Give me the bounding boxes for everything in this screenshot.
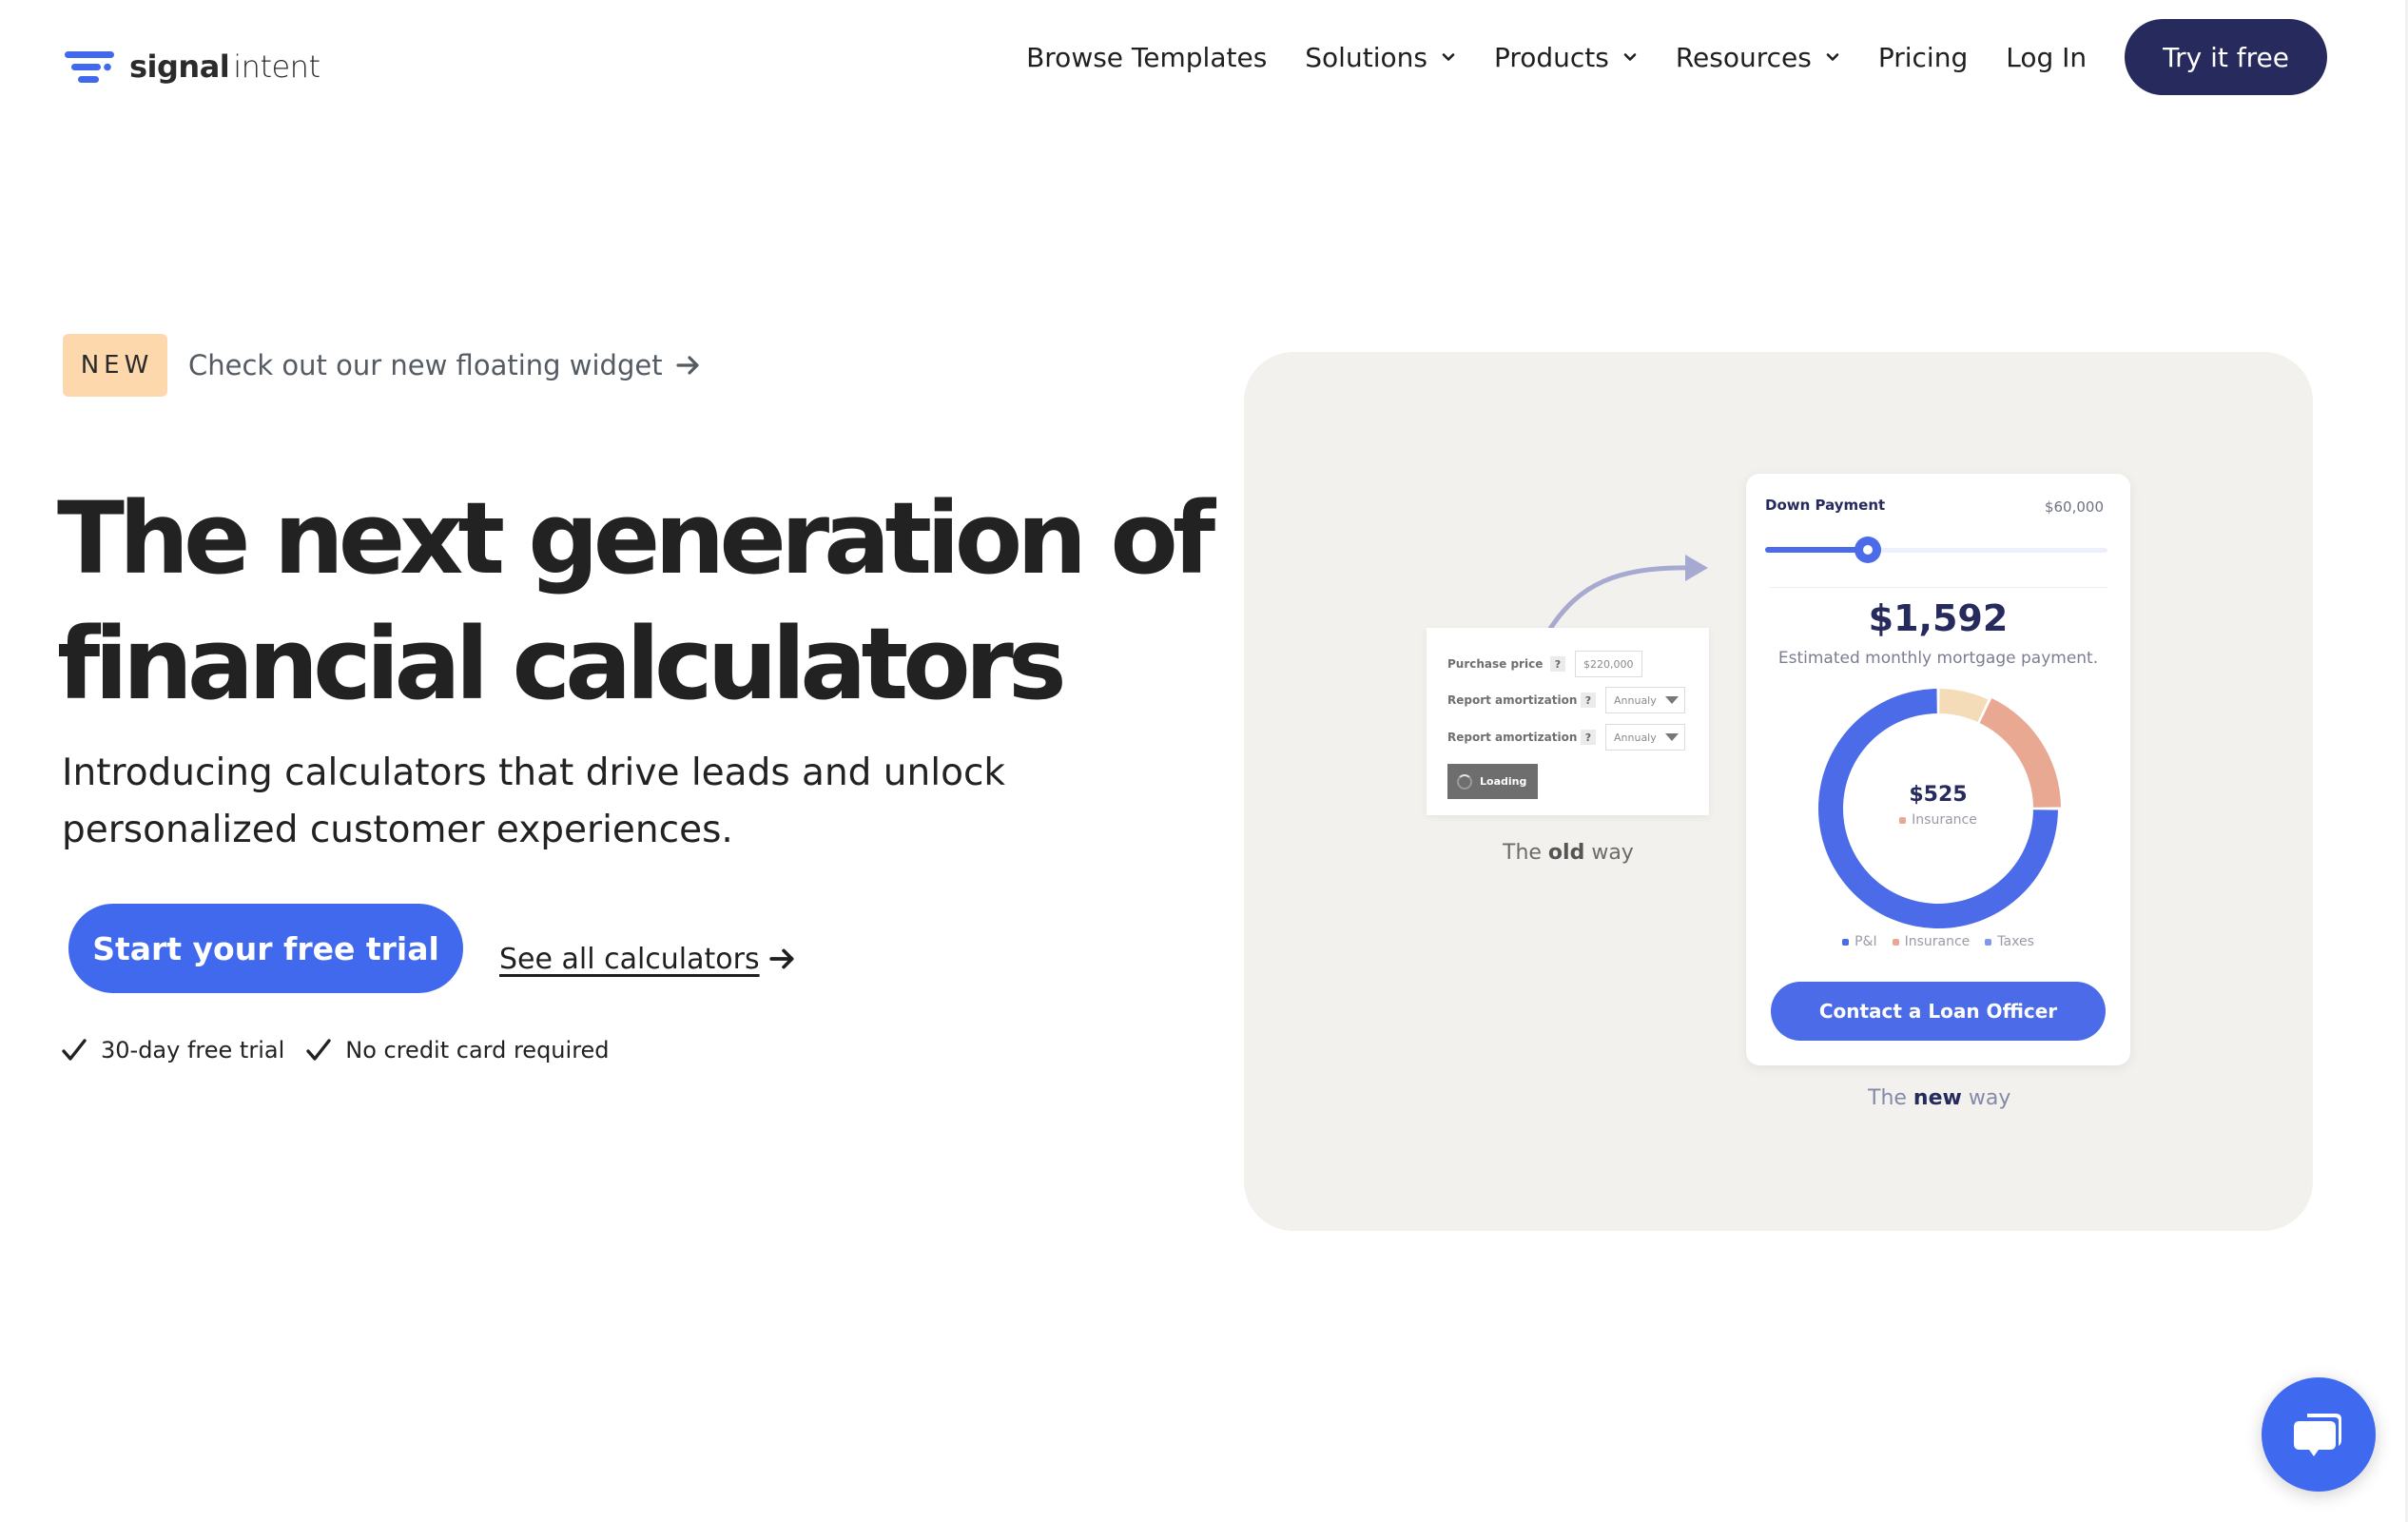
- donut-center-amount: $525: [1909, 783, 1968, 807]
- nav-resources[interactable]: Resources: [1676, 42, 1840, 73]
- old-way-caption: The old way: [1503, 841, 1634, 865]
- signal-logo-icon: [65, 51, 114, 83]
- main-nav: Browse Templates Solutions Products Reso…: [988, 19, 2327, 95]
- legend-item: Taxes: [1985, 934, 2034, 949]
- benefit-item: 30-day free trial: [61, 1037, 284, 1063]
- divider: [1769, 587, 2107, 588]
- chevron-down-icon: [1826, 53, 1839, 61]
- benefit-item: No credit card required: [305, 1037, 610, 1063]
- nav-label: Products: [1493, 41, 1609, 73]
- donut-center-label: Insurance: [1746, 812, 2130, 828]
- help-icon: ?: [1581, 693, 1596, 708]
- nav-log-in[interactable]: Log In: [2006, 42, 2087, 73]
- old-field-row: Purchase price ? $220,000: [1447, 651, 1642, 677]
- chart-legend: P&I Insurance Taxes: [1746, 934, 2130, 949]
- see-all-text: See all calculators: [499, 942, 760, 976]
- headline-line-1: The next generation of: [57, 480, 1215, 596]
- dropdown-triangle-icon: [1665, 733, 1679, 741]
- nav-label: Pricing: [1877, 41, 1969, 73]
- headline-line-2: financial calculators: [57, 606, 1067, 722]
- announcement: NEW Check out our new floating widget: [63, 334, 701, 397]
- new-way-card: Down Payment $60,000 $1,592 Estimated mo…: [1746, 474, 2130, 1065]
- down-payment-slider[interactable]: [1765, 537, 2107, 563]
- field-label: Report amortization: [1447, 693, 1578, 707]
- announcement-text: Check out our new floating widget: [188, 349, 663, 381]
- chat-bubbles-icon: [2294, 1414, 2341, 1456]
- benefit-text: 30-day free trial: [101, 1037, 285, 1063]
- insurance-swatch: [1899, 816, 1907, 824]
- cta-row: Start your free trial See all calculator…: [68, 904, 796, 993]
- old-way-card: Purchase price ? $220,000 Report amortiz…: [1427, 628, 1709, 815]
- monthly-payment-amount: $1,592: [1868, 597, 2009, 639]
- page-title: The next generation of financial calcula…: [57, 476, 1255, 727]
- announcement-link[interactable]: Check out our new floating widget: [188, 349, 701, 381]
- spinner-icon: [1457, 773, 1472, 790]
- amortization-select: Annualy: [1605, 687, 1685, 713]
- help-icon: ?: [1581, 730, 1596, 745]
- amortization-select: Annualy: [1605, 724, 1685, 751]
- down-payment-value: $60,000: [2044, 498, 2104, 516]
- new-badge: NEW: [63, 334, 167, 397]
- nav-products[interactable]: Products: [1494, 42, 1638, 73]
- monthly-payment-caption: Estimated monthly mortgage payment.: [1777, 649, 2099, 668]
- chat-launcher-button[interactable]: [2262, 1377, 2376, 1492]
- donut-center: $525 Insurance: [1746, 783, 2130, 828]
- help-icon: ?: [1550, 656, 1565, 672]
- arrow-right-icon: [675, 356, 699, 375]
- arrow-right-icon: [768, 948, 794, 969]
- field-label: Report amortization: [1447, 731, 1578, 744]
- loading-button: Loading: [1447, 764, 1538, 799]
- legend-item: Insurance: [1892, 934, 1970, 949]
- see-all-calculators-link[interactable]: See all calculators: [499, 943, 796, 976]
- down-payment-label: Down Payment: [1765, 497, 1886, 514]
- new-way-caption: The new way: [1868, 1086, 2011, 1110]
- nav-label: Log In: [2006, 41, 2088, 73]
- try-it-free-button[interactable]: Try it free: [2125, 19, 2327, 95]
- dropdown-triangle-icon: [1665, 696, 1679, 704]
- curved-arrow-icon: [1547, 555, 1708, 632]
- checkmark-icon: [306, 1039, 331, 1061]
- logo[interactable]: signal intent: [63, 48, 320, 86]
- trial-benefits: 30-day free trial No credit card require…: [61, 1037, 631, 1063]
- nav-label: Resources: [1675, 41, 1812, 73]
- benefit-text: No credit card required: [345, 1037, 610, 1063]
- nav-label: Browse Templates: [1026, 41, 1268, 73]
- slider-thumb[interactable]: [1855, 537, 1881, 563]
- nav-pricing[interactable]: Pricing: [1878, 42, 1968, 73]
- chevron-down-icon: [1623, 53, 1637, 61]
- donut-segment-taxes-highlight: [1939, 689, 1989, 723]
- brand-name: signal intent: [129, 49, 320, 85]
- hero-subtitle: Introducing calculators that drive leads…: [62, 751, 1005, 851]
- purchase-price-input: $220,000: [1575, 651, 1642, 677]
- nav-label: Solutions: [1305, 41, 1427, 73]
- contact-loan-officer-button[interactable]: Contact a Loan Officer: [1771, 982, 2106, 1041]
- old-field-row: Report amortization ? Annualy: [1447, 687, 1685, 713]
- old-field-row: Report amortization ? Annualy: [1447, 724, 1685, 751]
- start-free-trial-button[interactable]: Start your free trial: [68, 904, 463, 993]
- nav-browse-templates[interactable]: Browse Templates: [1026, 42, 1267, 73]
- checkmark-icon: [62, 1039, 87, 1061]
- nav-solutions[interactable]: Solutions: [1305, 42, 1456, 73]
- field-label: Purchase price: [1447, 657, 1544, 671]
- legend-item: P&I: [1842, 934, 1877, 949]
- chevron-down-icon: [1442, 53, 1455, 61]
